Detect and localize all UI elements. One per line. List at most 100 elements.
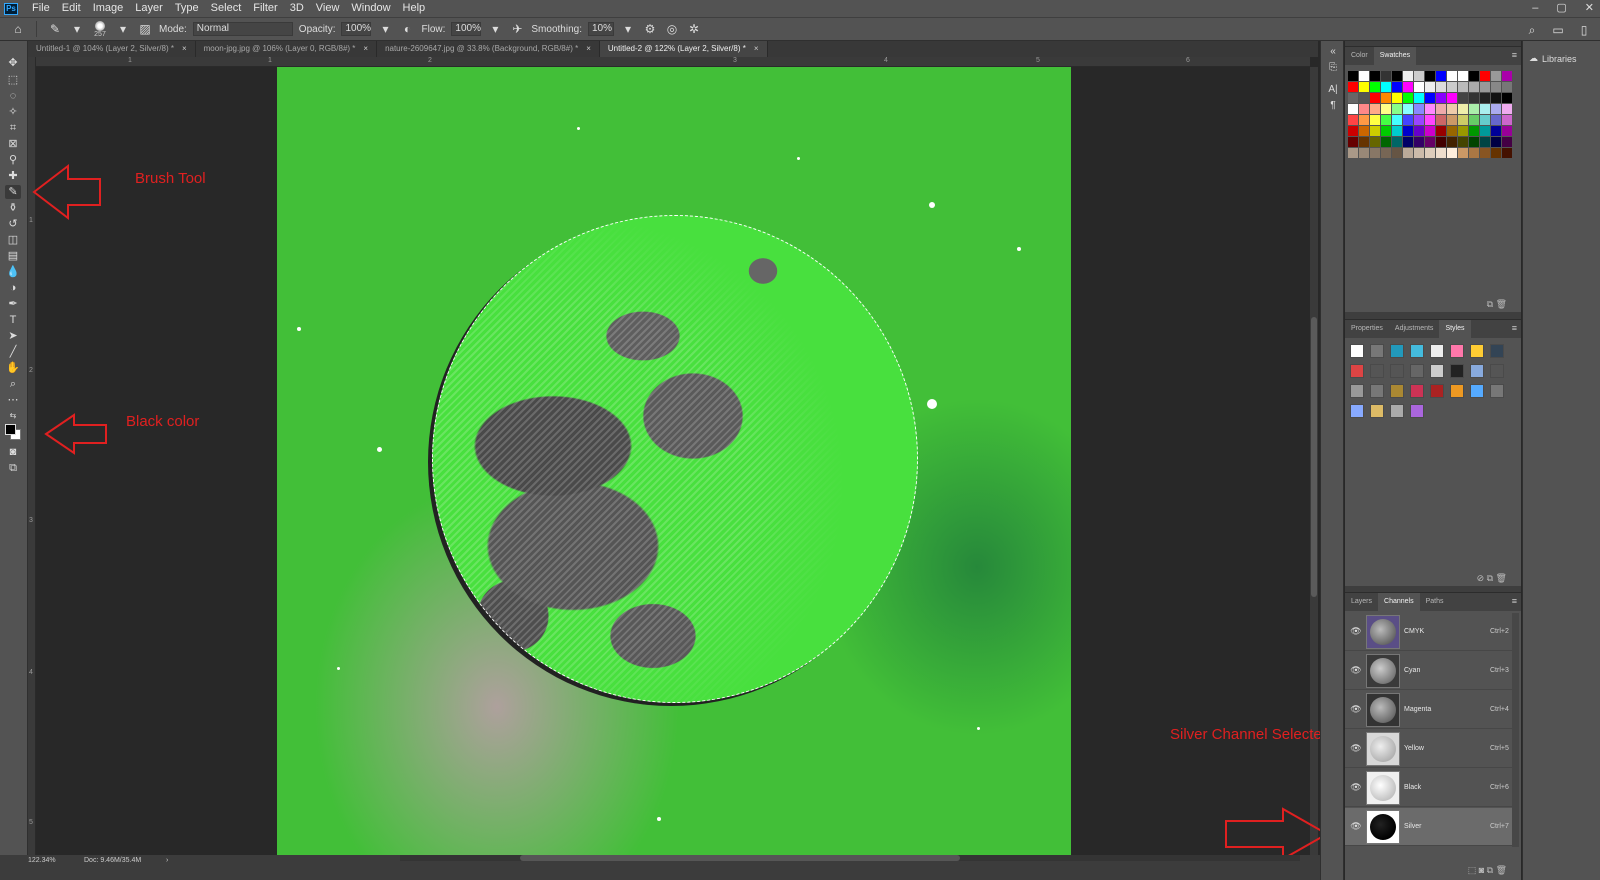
type-tool-icon[interactable]: T	[5, 313, 21, 327]
color-swatch[interactable]	[1447, 104, 1457, 114]
color-swatch[interactable]	[1348, 93, 1358, 103]
color-swatch[interactable]	[1403, 137, 1413, 147]
close-icon[interactable]: ×	[754, 44, 759, 53]
document-tab[interactable]: Untitled-1 @ 104% (Layer 2, Silver/8) * ×	[28, 41, 196, 57]
tab-swatches[interactable]: Swatches	[1373, 47, 1417, 65]
color-swatch[interactable]	[1359, 104, 1369, 114]
eye-icon[interactable]: 👁	[1349, 704, 1363, 715]
channel-row-black[interactable]: 👁 Black Ctrl+6	[1345, 769, 1512, 807]
menu-help[interactable]: Help	[397, 0, 432, 17]
color-swatch[interactable]	[1480, 137, 1490, 147]
close-icon[interactable]: ×	[586, 44, 591, 53]
tab-color[interactable]: Color	[1345, 47, 1374, 65]
color-swatch[interactable]	[1502, 93, 1512, 103]
tab-properties[interactable]: Properties	[1345, 320, 1389, 338]
channel-row-cyan[interactable]: 👁 Cyan Ctrl+3	[1345, 652, 1512, 690]
color-swatch[interactable]	[1392, 71, 1402, 81]
color-swatch[interactable]	[1381, 148, 1391, 158]
marquee-tool-icon[interactable]: ⬚	[5, 73, 21, 87]
menu-3d[interactable]: 3D	[284, 0, 310, 17]
color-swatch[interactable]	[1480, 104, 1490, 114]
libraries-button[interactable]: ☁ Libraries	[1529, 53, 1577, 64]
paragraph-icon[interactable]: ¶	[1326, 99, 1340, 113]
color-swatch[interactable]	[1381, 71, 1391, 81]
brush-tool-preset-icon[interactable]: ✎	[47, 21, 63, 37]
color-swatch[interactable]	[1491, 93, 1501, 103]
chevron-right-icon[interactable]: ›	[166, 857, 168, 864]
color-swatch[interactable]	[1370, 104, 1380, 114]
color-swatch[interactable]	[1381, 82, 1391, 92]
style-preset[interactable]	[1490, 384, 1504, 398]
color-swatch[interactable]	[1502, 104, 1512, 114]
chevron-down-icon[interactable]: ▾	[487, 21, 503, 37]
styles-footer-icons[interactable]: ⊘ ⧉ 🗑	[1477, 573, 1507, 584]
color-swatch[interactable]	[1414, 115, 1424, 125]
clone-stamp-tool-icon[interactable]: ⚱	[5, 201, 21, 215]
quick-mask-icon[interactable]: ◙	[5, 445, 21, 459]
style-preset[interactable]	[1470, 344, 1484, 358]
close-icon[interactable]: ×	[182, 44, 187, 53]
style-preset[interactable]	[1350, 344, 1364, 358]
color-swatch[interactable]	[1469, 104, 1479, 114]
gear-icon[interactable]: ⚙	[642, 21, 658, 37]
style-preset[interactable]	[1390, 364, 1404, 378]
eye-icon[interactable]: 👁	[1349, 782, 1363, 793]
color-swatch[interactable]	[1502, 126, 1512, 136]
menu-layer[interactable]: Layer	[129, 0, 169, 17]
color-swatch[interactable]	[1392, 93, 1402, 103]
dodge-tool-icon[interactable]: ◑	[5, 281, 21, 295]
color-swatch[interactable]	[1414, 93, 1424, 103]
style-preset[interactable]	[1470, 384, 1484, 398]
color-swatch[interactable]	[1359, 115, 1369, 125]
share-icon[interactable]: ▯	[1576, 22, 1592, 38]
history-icon[interactable]: ⎘	[1326, 61, 1340, 75]
screen-mode-icon[interactable]: ⧉	[5, 461, 21, 475]
color-swatch[interactable]	[1348, 148, 1358, 158]
tab-paths[interactable]: Paths	[1420, 593, 1450, 611]
line-tool-icon[interactable]: ╱	[5, 345, 21, 359]
style-preset[interactable]	[1390, 344, 1404, 358]
channel-row-silver[interactable]: 👁 Silver Ctrl+7	[1345, 808, 1512, 846]
color-swatch[interactable]	[1447, 137, 1457, 147]
color-swatch[interactable]	[1348, 82, 1358, 92]
color-swatch[interactable]	[1414, 71, 1424, 81]
chevron-down-icon[interactable]: ▾	[115, 21, 131, 37]
color-swatch[interactable]	[1425, 104, 1435, 114]
document-size[interactable]: Doc: 9.46M/35.4M	[84, 857, 141, 864]
style-preset[interactable]	[1450, 364, 1464, 378]
eye-icon[interactable]: 👁	[1349, 665, 1363, 676]
color-swatch[interactable]	[1469, 82, 1479, 92]
color-swatch[interactable]	[1425, 115, 1435, 125]
color-swatch[interactable]	[1392, 104, 1402, 114]
chevron-down-icon[interactable]: ▾	[69, 21, 85, 37]
color-swatch[interactable]	[1348, 126, 1358, 136]
document-tab[interactable]: moon-jpg.jpg @ 106% (Layer 0, RGB/8#) * ×	[196, 41, 378, 57]
channel-row-yellow[interactable]: 👁 Yellow Ctrl+5	[1345, 730, 1512, 768]
color-swatch[interactable]	[1425, 148, 1435, 158]
color-swatch[interactable]	[1392, 82, 1402, 92]
menu-window[interactable]: Window	[345, 0, 396, 17]
color-swatch[interactable]	[1414, 104, 1424, 114]
color-swatch[interactable]	[1458, 137, 1468, 147]
style-preset[interactable]	[1370, 344, 1384, 358]
color-swatch[interactable]	[1480, 93, 1490, 103]
home-icon[interactable]: ⌂	[10, 21, 26, 37]
color-swatch[interactable]	[1502, 137, 1512, 147]
color-swatch[interactable]	[1458, 126, 1468, 136]
color-swatch[interactable]	[1359, 148, 1369, 158]
blur-tool-icon[interactable]: 💧	[5, 265, 21, 279]
style-preset[interactable]	[1430, 344, 1444, 358]
color-swatch[interactable]	[1425, 71, 1435, 81]
color-swatch[interactable]	[1436, 93, 1446, 103]
color-swatch[interactable]	[1403, 82, 1413, 92]
collapse-icon[interactable]: «	[1326, 45, 1340, 59]
color-swatch[interactable]	[1436, 71, 1446, 81]
scroll-thumb[interactable]	[520, 855, 960, 861]
chevron-down-icon[interactable]: ▾	[620, 21, 636, 37]
menu-filter[interactable]: Filter	[247, 0, 283, 17]
zoom-tool-icon[interactable]: ⌕	[5, 377, 21, 391]
style-preset[interactable]	[1450, 344, 1464, 358]
document-canvas[interactable]	[277, 67, 1071, 855]
hand-tool-icon[interactable]: ✋	[5, 361, 21, 375]
more-tools-icon[interactable]: ⋯	[5, 393, 21, 407]
